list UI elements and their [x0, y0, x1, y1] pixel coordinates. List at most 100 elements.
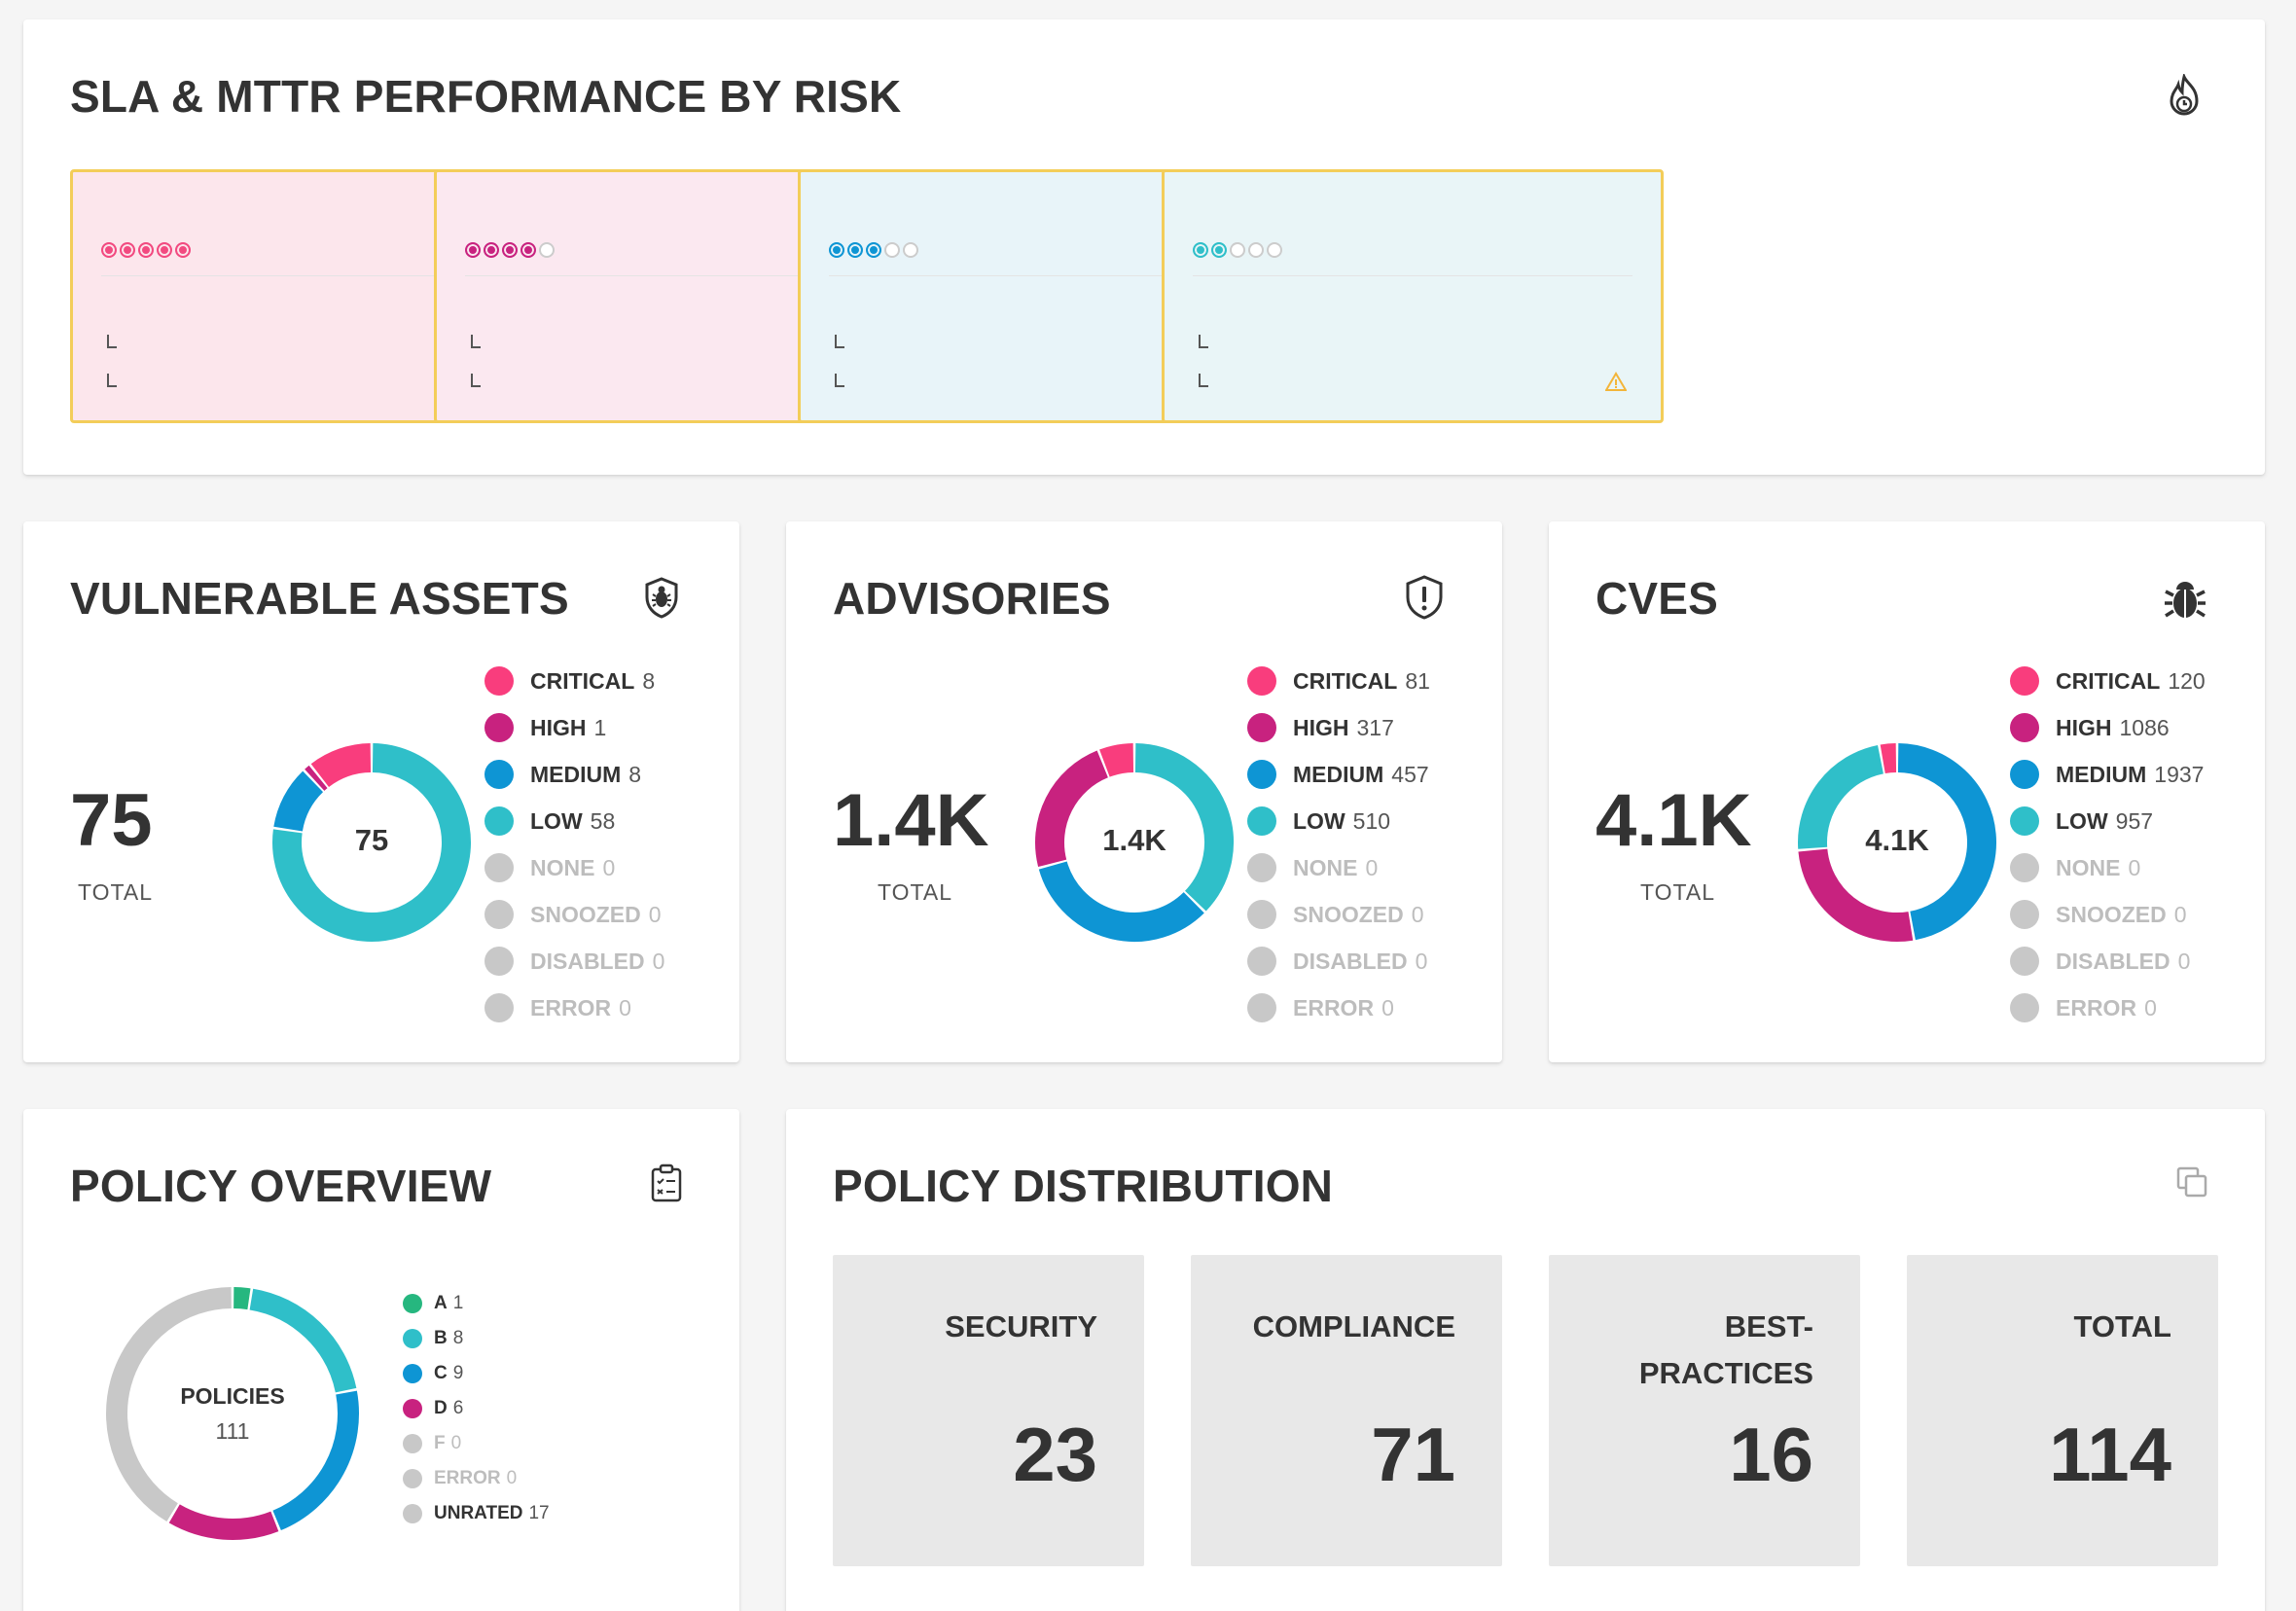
- legend-count: 0: [2144, 994, 2157, 1020]
- legend-dot: [484, 993, 514, 1022]
- legend-dot: [1247, 947, 1276, 976]
- legend-dot: [1247, 993, 1276, 1022]
- legend-dot: [2010, 806, 2039, 836]
- policy-dist-value: 114: [2049, 1412, 2171, 1497]
- legend-item-low[interactable]: LOW 510: [1247, 798, 1430, 844]
- policy-donut-center-value: 111: [215, 1418, 250, 1444]
- legend-item-a[interactable]: A1: [403, 1286, 550, 1321]
- severity-dot: [866, 242, 881, 258]
- legend-dot: [2010, 853, 2039, 882]
- legend-dot: [403, 1294, 422, 1313]
- donut-slice-critical[interactable]: [1880, 743, 1897, 774]
- legend-item-disabled[interactable]: DISABLED 0: [1247, 938, 1430, 984]
- legend-name: NONE: [530, 854, 595, 880]
- severity-dot: [1248, 242, 1264, 258]
- cves-title: CVES: [1596, 573, 1719, 624]
- legend-dot: [403, 1469, 422, 1488]
- legend-dot: [484, 853, 514, 882]
- donut-slice-d[interactable]: [168, 1504, 279, 1540]
- legend-item-high[interactable]: HIGH 1086: [2010, 704, 2206, 751]
- legend-dot: [2010, 760, 2039, 789]
- legend-item-error[interactable]: ERROR 0: [403, 1461, 550, 1496]
- legend-item-snoozed[interactable]: SNOOZED 0: [2010, 891, 2206, 938]
- advisories-total-value: 1.4K: [833, 779, 989, 862]
- donut-slice-critical[interactable]: [310, 743, 372, 788]
- legend-item-error[interactable]: ERROR 0: [1247, 984, 1430, 1031]
- cves-donut-center: 4.1K: [1865, 823, 1929, 857]
- severity-dots: [101, 242, 191, 258]
- legend-item-medium[interactable]: MEDIUM 8: [484, 751, 664, 798]
- nearing-sla-row[interactable]: [1193, 330, 1632, 356]
- donut-slice-medium[interactable]: [1038, 861, 1204, 942]
- severity-dot: [157, 242, 172, 258]
- donut-slice-c[interactable]: [272, 1390, 359, 1531]
- policy-legend: A 1 B 8 C 9 D 6 F 0 ERROR 0 UNRATED 17: [403, 1286, 550, 1531]
- legend-item-medium[interactable]: MEDIUM 1937: [2010, 751, 2206, 798]
- divider: [1193, 275, 1632, 276]
- legend-item-medium[interactable]: MEDIUM 457: [1247, 751, 1430, 798]
- legend-count: 0: [1381, 994, 1394, 1020]
- legend-item-f[interactable]: F0: [403, 1426, 550, 1461]
- legend-name: ERROR: [1293, 994, 1375, 1020]
- vulnerable-assets-title: VULNERABLE ASSETS: [70, 573, 569, 624]
- past-sla-row[interactable]: [1193, 369, 1632, 395]
- legend-name: NONE: [2056, 854, 2121, 880]
- policy-dist-box-compliance[interactable]: COMPLIANCE 71: [1191, 1255, 1502, 1566]
- legend-name: HIGH: [1293, 714, 1349, 740]
- legend-dot: [403, 1329, 422, 1348]
- legend-item-low[interactable]: LOW 58: [484, 798, 664, 844]
- donut-slice-high[interactable]: [1798, 848, 1914, 942]
- legend-count: 0: [2173, 901, 2187, 927]
- legend-item-none[interactable]: NONE 0: [2010, 844, 2206, 891]
- cves-total-label: TOTAL: [1640, 879, 1715, 905]
- legend-count: 58: [590, 807, 616, 834]
- donut-slice-b[interactable]: [249, 1288, 357, 1393]
- policy-dist-value: 16: [1729, 1412, 1813, 1497]
- donut-slice-critical[interactable]: [1099, 743, 1134, 777]
- legend-item-disabled[interactable]: DISABLED 0: [484, 938, 664, 984]
- legend-item-error[interactable]: ERROR 0: [484, 984, 664, 1031]
- bug-icon: [2162, 574, 2208, 627]
- legend-count: 0: [1411, 901, 1424, 927]
- legend-item-snoozed[interactable]: SNOOZED 0: [1247, 891, 1430, 938]
- legend-item-low[interactable]: LOW 957: [2010, 798, 2206, 844]
- legend-count: 81: [1405, 667, 1430, 694]
- legend-dot: [1247, 806, 1276, 836]
- legend-count: 510: [1352, 807, 1391, 834]
- risk-box-low[interactable]: [1162, 169, 1664, 423]
- legend-count: 1937: [2154, 761, 2205, 787]
- legend-item-snoozed[interactable]: SNOOZED 0: [484, 891, 664, 938]
- legend-item-none[interactable]: NONE 0: [484, 844, 664, 891]
- policy-dist-box-bestpractices[interactable]: BEST- PRACTICES 16: [1549, 1255, 1860, 1566]
- legend-item-b[interactable]: B8: [403, 1321, 550, 1356]
- legend-item-c[interactable]: C9: [403, 1356, 550, 1391]
- legend-item-critical[interactable]: CRITICAL 81: [1247, 658, 1430, 704]
- policy-dist-box-security[interactable]: SECURITY 23: [833, 1255, 1144, 1566]
- donut-slice-medium[interactable]: [273, 770, 324, 833]
- legend-name: LOW: [1293, 807, 1345, 834]
- legend-item-d[interactable]: D6: [403, 1391, 550, 1426]
- severity-dots: [465, 242, 555, 258]
- sub-item-corner-icon: [1199, 335, 1208, 348]
- vulnerable-assets-card: VULNERABLE ASSETS 75 TOTAL 75 CRITICAL 8 H…: [23, 521, 739, 1062]
- legend-item-high[interactable]: HIGH 1: [484, 704, 664, 751]
- legend-item-critical[interactable]: CRITICAL 120: [2010, 658, 2206, 704]
- sub-item-corner-icon: [835, 335, 844, 348]
- policy-overview-card: POLICY OVERVIEW POLICIES 111 A1B8C9D6F0E…: [23, 1109, 739, 1611]
- legend-count: 0: [506, 1468, 518, 1488]
- donut-slice-high[interactable]: [305, 765, 328, 791]
- legend-item-none[interactable]: NONE 0: [1247, 844, 1430, 891]
- legend-name: NONE: [1293, 854, 1358, 880]
- policy-dist-box-total[interactable]: TOTAL 114: [1907, 1255, 2218, 1566]
- legend-count: 6: [452, 1398, 464, 1418]
- legend-item-error[interactable]: ERROR 0: [2010, 984, 2206, 1031]
- severity-dot: [465, 242, 481, 258]
- legend-item-disabled[interactable]: DISABLED 0: [2010, 938, 2206, 984]
- legend-name: F: [434, 1433, 446, 1453]
- stopwatch-flame-icon: [2164, 72, 2205, 127]
- donut-slice-a[interactable]: [233, 1287, 251, 1310]
- sub-item-corner-icon: [835, 374, 844, 387]
- legend-item-critical[interactable]: CRITICAL 8: [484, 658, 664, 704]
- legend-item-high[interactable]: HIGH 317: [1247, 704, 1430, 751]
- legend-item-unrated[interactable]: UNRATED 17: [403, 1496, 550, 1531]
